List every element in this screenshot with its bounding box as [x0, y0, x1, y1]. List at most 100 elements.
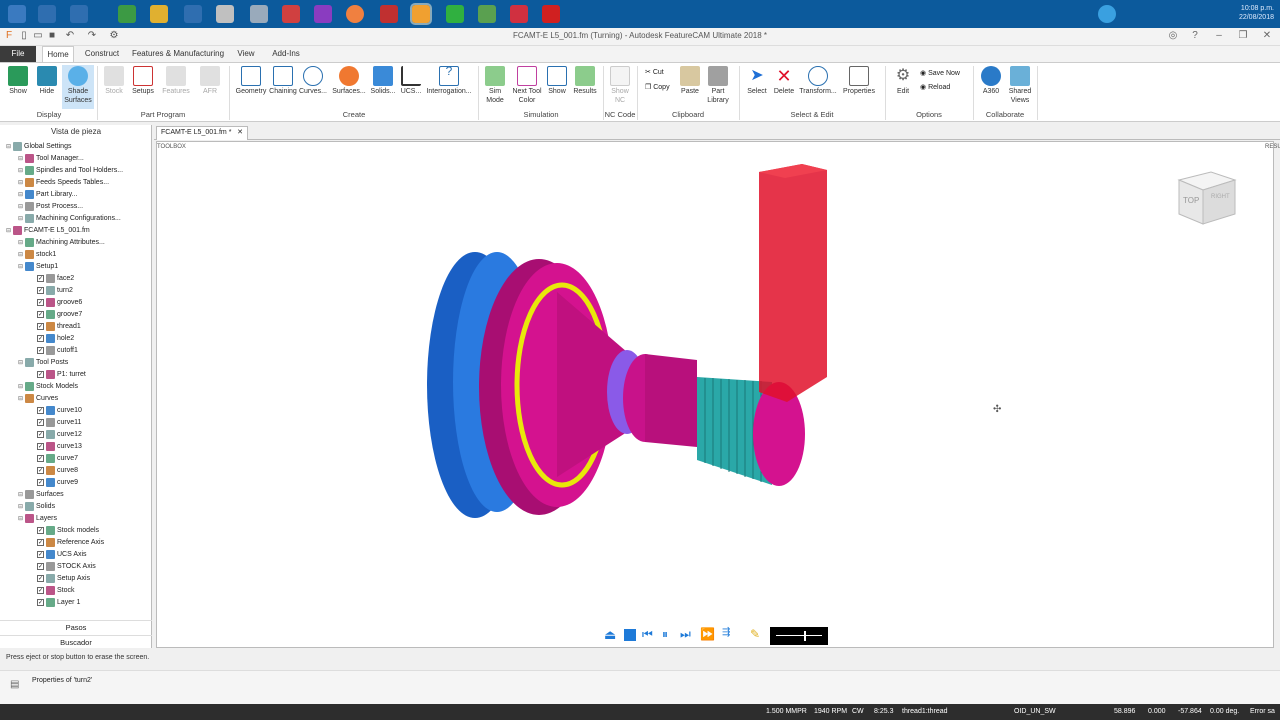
tree-item[interactable]: ⊟ Surfaces [2, 489, 64, 501]
tree-item[interactable]: ✓ groove7 [2, 309, 82, 321]
app-icon[interactable] [282, 5, 300, 23]
view-cube[interactable]: TOP RIGHT [1175, 168, 1237, 226]
next-tool-color-button[interactable]: Next Tool Color [510, 65, 544, 105]
close-button[interactable]: ✕ [1258, 29, 1276, 43]
solids-button[interactable]: Solids... [368, 65, 398, 96]
tree-checkbox[interactable]: ✓ [37, 418, 44, 426]
taskview-icon[interactable] [70, 5, 88, 23]
tree-item[interactable]: ⊟ Global Settings [2, 141, 71, 153]
tree-item[interactable]: ⊟ Solids [2, 501, 55, 513]
tab-add-ins[interactable]: Add-Ins [266, 46, 306, 62]
expand-icon[interactable]: ⊟ [18, 153, 25, 165]
expand-icon[interactable]: ⊟ [6, 141, 13, 153]
results-button[interactable]: Results [570, 65, 600, 96]
tree-item[interactable]: ⊟ Curves [2, 393, 58, 405]
eject-icon[interactable]: ⏏ [604, 627, 616, 643]
tab-features-manufacturing[interactable]: Features & Manufacturing [130, 46, 226, 62]
app-icon[interactable] [216, 5, 234, 23]
3d-viewport[interactable]: TOOLBOX RESULTS TOP RIGHT ✣ [156, 141, 1280, 648]
ucs-button[interactable]: UCS... [398, 65, 424, 96]
stock-button[interactable]: Stock [100, 65, 128, 96]
app-icon[interactable] [478, 5, 496, 23]
slider-thumb[interactable] [804, 631, 806, 641]
tree-item[interactable]: ✓ curve9 [2, 477, 78, 489]
tree-checkbox[interactable]: ✓ [37, 298, 44, 306]
expand-icon[interactable]: ⊟ [18, 165, 25, 177]
expand-icon[interactable]: ⊟ [18, 489, 25, 501]
tree-checkbox[interactable]: ✓ [37, 310, 44, 318]
tree-item[interactable]: ⊟ Tool Posts [2, 357, 68, 369]
tree-item[interactable]: ✓ curve10 [2, 405, 82, 417]
properties-button[interactable]: Properties [840, 65, 878, 96]
select-button[interactable]: ➤ Select [744, 65, 770, 96]
tree-item[interactable]: ✓ UCS Axis [2, 549, 87, 561]
tree-checkbox[interactable]: ✓ [37, 586, 44, 594]
surfaces-button[interactable]: Surfaces... [331, 65, 367, 96]
shared-views-button[interactable]: Shared Views [1005, 65, 1035, 105]
expand-icon[interactable]: ⊟ [18, 201, 25, 213]
app-icon[interactable] [542, 5, 560, 23]
expand-icon[interactable]: ⊟ [18, 393, 25, 405]
tree-item[interactable]: ⊟ Machining Configurations... [2, 213, 121, 225]
save-now-button[interactable]: ◉ Save Now [920, 69, 960, 77]
tree-item[interactable]: ✓ turn2 [2, 285, 73, 297]
expand-icon[interactable]: ⊟ [18, 501, 25, 513]
tree-checkbox[interactable]: ✓ [37, 478, 44, 486]
tree-checkbox[interactable]: ✓ [37, 526, 44, 534]
hide-button[interactable]: Hide [33, 65, 61, 96]
tree-item[interactable]: ✓ face2 [2, 273, 74, 285]
show-button[interactable]: Show [4, 65, 32, 96]
expand-icon[interactable]: ⊟ [18, 513, 25, 525]
curves-button[interactable]: Curves... [298, 65, 328, 96]
tree-item[interactable]: ✓ groove6 [2, 297, 82, 309]
expand-icon[interactable]: ⊟ [18, 177, 25, 189]
setups-button[interactable]: Setups [129, 65, 157, 96]
search-icon[interactable] [38, 5, 56, 23]
close-tab-icon[interactable]: ✕ [237, 127, 243, 139]
tree-item[interactable]: ⊟ Stock Models [2, 381, 78, 393]
properties-icon[interactable]: ▤ [10, 679, 19, 690]
step-mode-icon[interactable]: ⇶ [722, 627, 730, 638]
tree-item[interactable]: ⊟ Tool Manager... [2, 153, 84, 165]
step-forward-icon[interactable]: ⏭ [680, 627, 691, 642]
tree-checkbox[interactable]: ✓ [37, 334, 44, 342]
restore-button[interactable]: ❐ [1234, 29, 1252, 43]
part-library-button[interactable]: Part Library [704, 65, 732, 105]
tree-checkbox[interactable]: ✓ [37, 562, 44, 570]
fast-forward-icon[interactable]: ⏩ [700, 627, 715, 641]
expand-icon[interactable]: ⊟ [18, 213, 25, 225]
tree-item[interactable]: ✓ Layer 1 [2, 597, 80, 609]
tree-item[interactable]: ✓ Stock models [2, 525, 99, 537]
tree-checkbox[interactable]: ✓ [37, 286, 44, 294]
sim-mode-button[interactable]: Sim Mode [481, 65, 509, 105]
tree-checkbox[interactable]: ✓ [37, 598, 44, 606]
edit-options-button[interactable]: ⚙ Edit [890, 65, 916, 96]
pasos-tab[interactable]: Pasos [0, 620, 152, 634]
help-community-icon[interactable]: ◎ [1164, 29, 1182, 43]
tree-checkbox[interactable]: ✓ [37, 466, 44, 474]
tree-checkbox[interactable]: ✓ [37, 370, 44, 378]
expand-icon[interactable]: ⊟ [18, 381, 25, 393]
buscador-tab[interactable]: Buscador [0, 635, 152, 649]
features-button[interactable]: Features [158, 65, 194, 96]
stop-icon[interactable] [624, 629, 636, 641]
tree-item[interactable]: ✓ curve7 [2, 453, 78, 465]
tree-checkbox[interactable]: ✓ [37, 322, 44, 330]
tab-view[interactable]: View [232, 46, 260, 62]
tree-item[interactable]: ✓ P1: turret [2, 369, 86, 381]
tree-checkbox[interactable]: ✓ [37, 430, 44, 438]
tab-construct[interactable]: Construct [80, 46, 124, 62]
transform-button[interactable]: Transform... [798, 65, 838, 96]
copy-button[interactable]: ❐ Copy [645, 83, 670, 91]
tab-file[interactable]: File [0, 46, 36, 62]
tree-item[interactable]: ✓ curve13 [2, 441, 82, 453]
tree-item[interactable]: ⊟ Post Process... [2, 201, 83, 213]
tree-item[interactable]: ✓ STOCK Axis [2, 561, 96, 573]
tree-item[interactable]: ⊟ Setup1 [2, 261, 58, 273]
help-icon[interactable]: ? [1186, 29, 1204, 43]
app-icon[interactable] [118, 5, 136, 23]
tree-item[interactable]: ⊟ Machining Attributes... [2, 237, 105, 249]
expand-icon[interactable]: ⊟ [18, 189, 25, 201]
tree-item[interactable]: ✓ thread1 [2, 321, 81, 333]
tree-checkbox[interactable]: ✓ [37, 442, 44, 450]
